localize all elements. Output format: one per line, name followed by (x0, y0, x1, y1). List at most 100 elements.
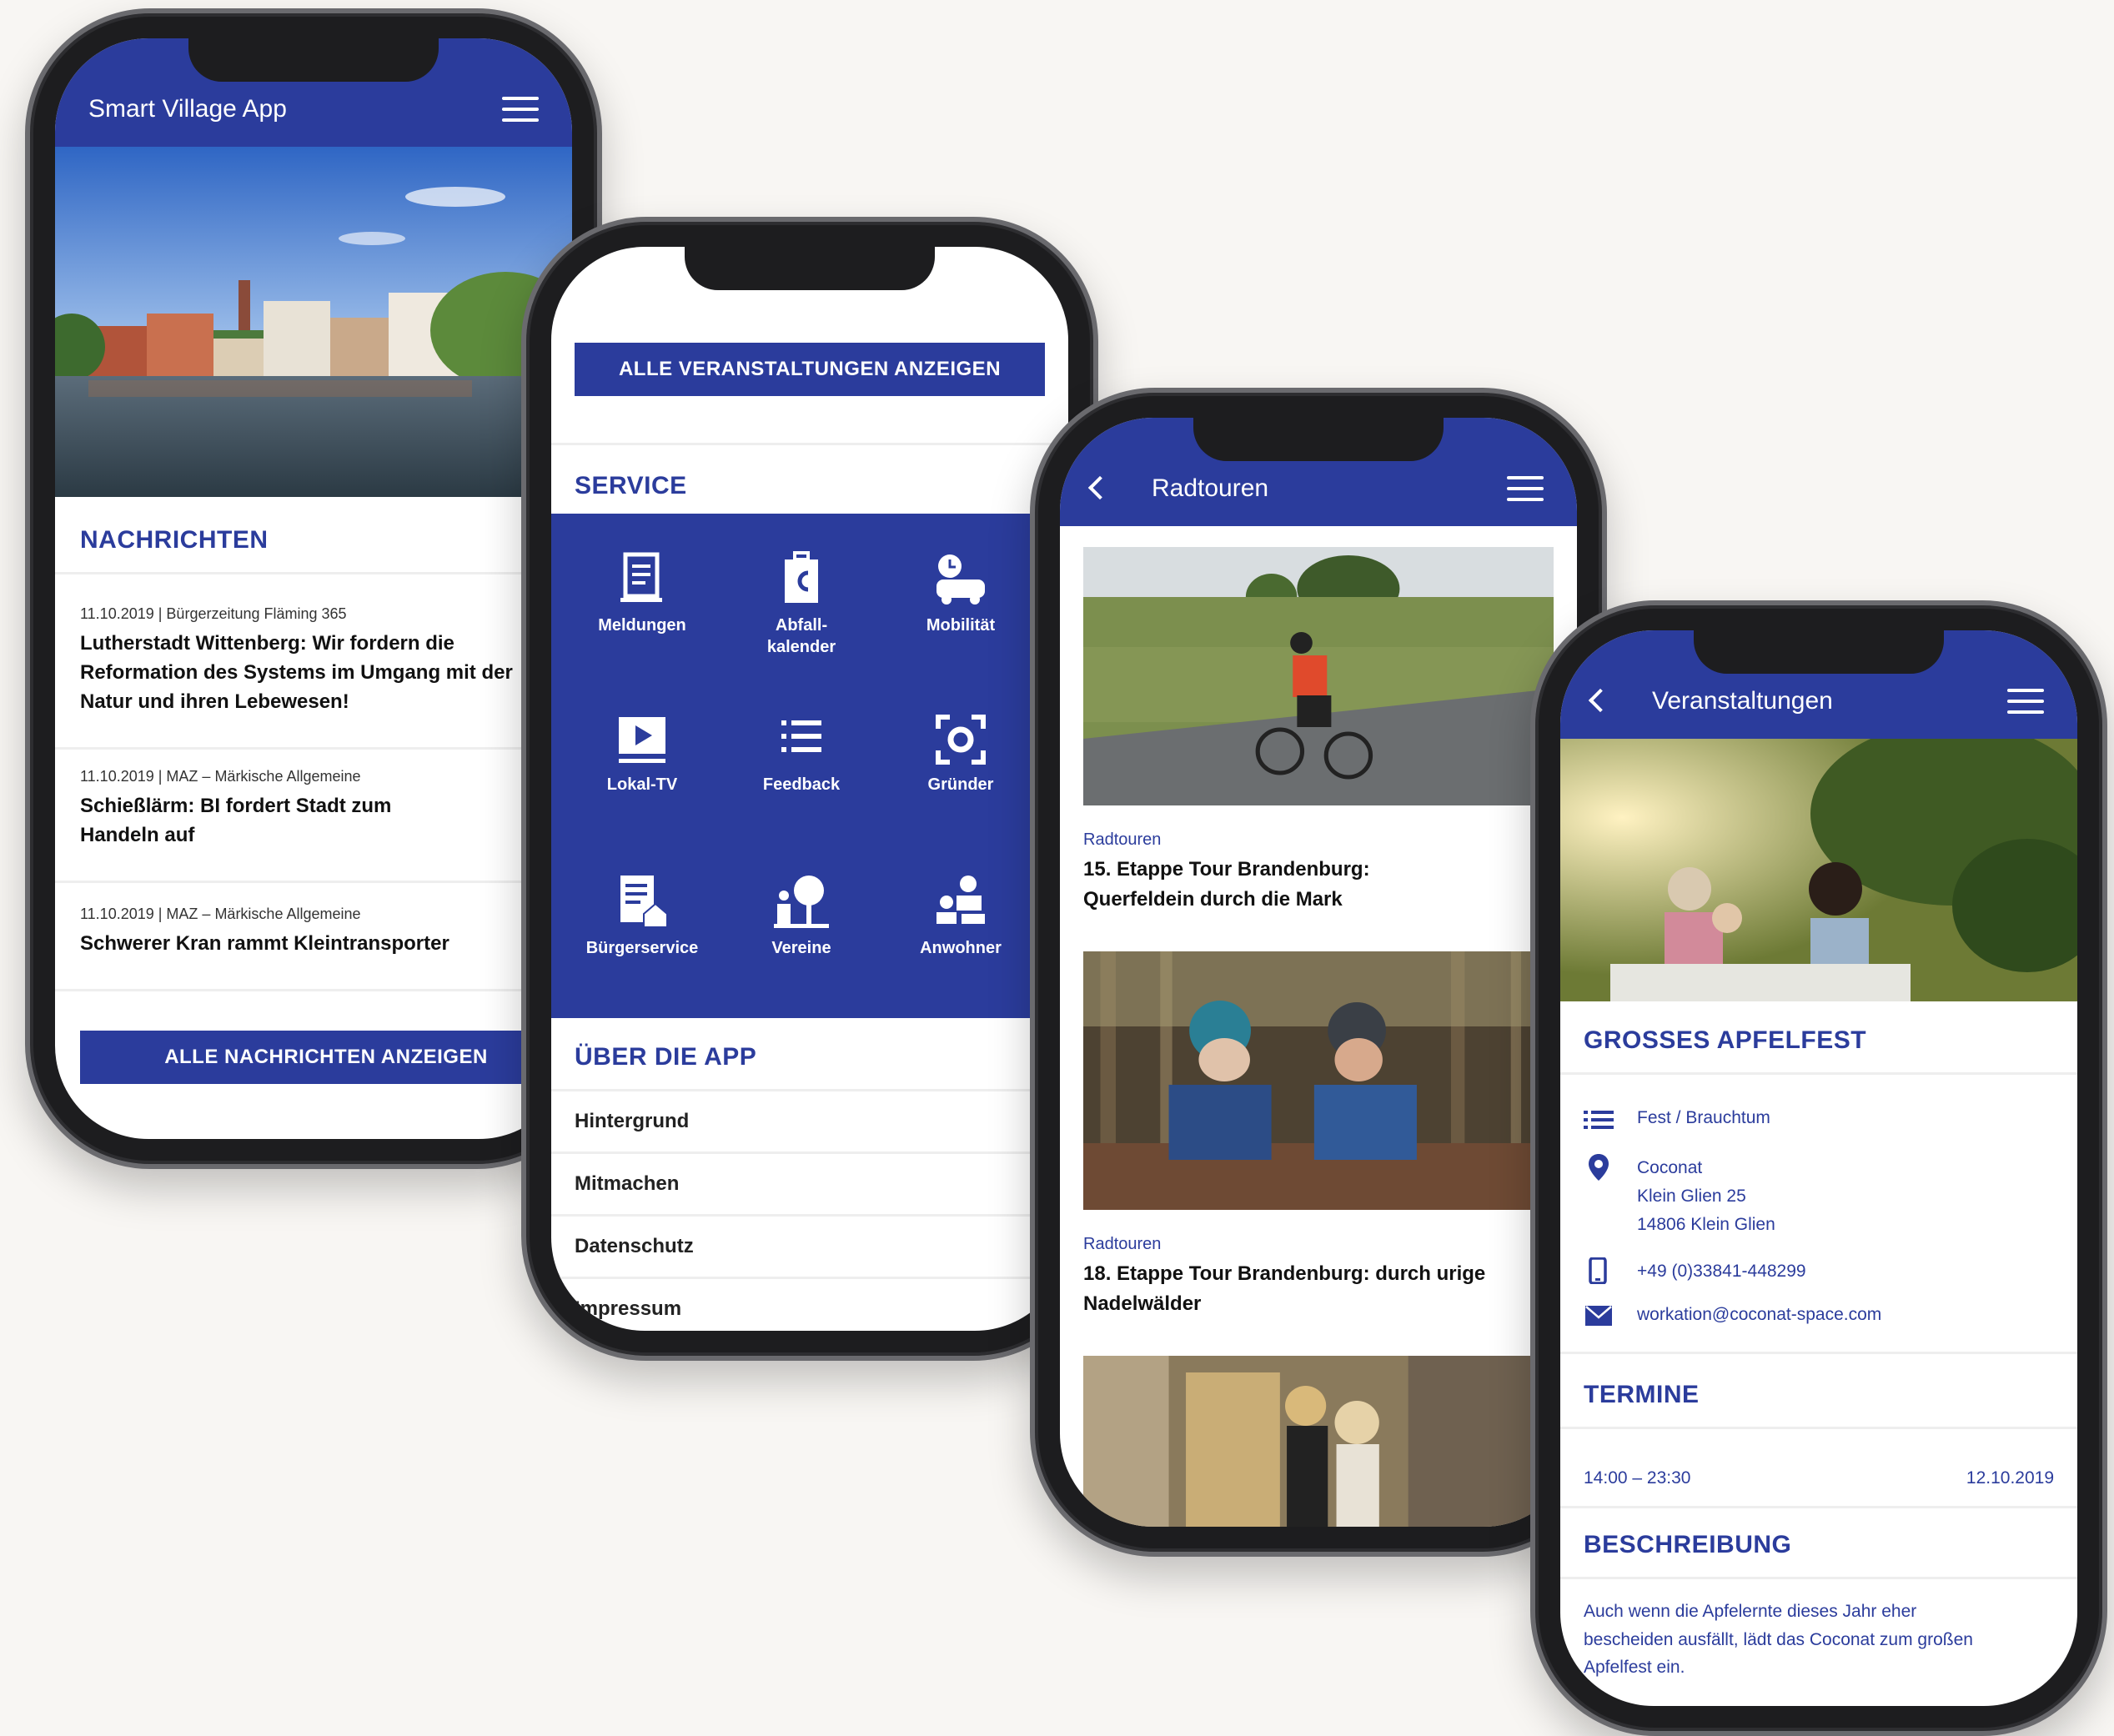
phone-notch (685, 247, 935, 290)
screen-title: Veranstaltungen (1652, 687, 1833, 715)
service-label: Vereine (771, 939, 831, 957)
service-buergerservice[interactable]: Bürgerservice (563, 872, 721, 959)
play-icon (619, 717, 665, 763)
list-icon (781, 720, 821, 752)
event-location-name: Coconat (1637, 1158, 1703, 1177)
phone-service: ALLE VERANSTALTUNGEN ANZEIGEN SERVICE Me… (521, 217, 1098, 1361)
service-label: Bürgerservice (585, 939, 699, 957)
about-item-impressum[interactable]: Impressum (551, 1277, 1068, 1331)
divider (55, 747, 572, 750)
news-meta: 11.10.2019 | MAZ – Märkische Allgemeine (80, 906, 361, 922)
tour-image[interactable] (1083, 1356, 1554, 1527)
tour-category: Radtouren (1083, 830, 1162, 849)
service-feedback[interactable]: Feedback (722, 714, 881, 795)
event-category: Fest / Brauchtum (1637, 1108, 1770, 1127)
news-section-title: NACHRICHTEN (80, 526, 269, 554)
news-headline: Lutherstadt Wittenberg: Wir fordern die … (80, 632, 513, 713)
phone-news: Smart Village App NACHRICHTEN 11.10.2019… (25, 8, 602, 1169)
divider (1560, 1427, 2077, 1429)
back-icon[interactable] (1588, 688, 1613, 713)
divider (55, 572, 572, 574)
event-description: Auch wenn die Apfelernte dieses Jahr ehe… (1584, 1602, 1973, 1678)
about-item-hintergrund[interactable]: Hintergrund (551, 1089, 1068, 1154)
phone-veranstaltungen: Veranstaltungen GROSSES APFELFEST Fest /… (1530, 600, 2107, 1736)
tour-item[interactable]: Radtouren 15. Etappe Tour Brandenburg: Q… (1083, 830, 1577, 915)
service-label: Abfall- kalender (766, 616, 836, 656)
tree-person-icon (774, 876, 829, 928)
divider (55, 881, 572, 883)
service-mobilitaet[interactable]: Mobilität (881, 551, 1040, 636)
service-meldungen[interactable]: Meldungen (563, 551, 721, 636)
trash-calendar-icon (785, 551, 818, 603)
people-icon (936, 876, 985, 924)
event-phone[interactable]: +49 (0)33841-448299 (1637, 1257, 2061, 1286)
document-icon (620, 552, 662, 602)
news-meta: 11.10.2019 | MAZ – Märkische Allgemeine (80, 768, 361, 785)
tour-category: Radtouren (1083, 1235, 1162, 1253)
phone-radtouren: Radtouren Radtouren 15. Etappe Tour Bran… (1030, 388, 1607, 1557)
divider (1560, 1072, 2077, 1075)
list-icon (1584, 1111, 1614, 1129)
menu-icon[interactable] (2007, 689, 2044, 714)
menu-icon[interactable] (1507, 476, 1544, 501)
service-lokal-tv[interactable]: Lokal-TV (563, 714, 721, 795)
news-item[interactable]: 11.10.2019 | MAZ – Märkische Allgemeine … (80, 906, 572, 959)
service-label: Lokal-TV (606, 775, 678, 794)
event-date: 12.10.2019 (1966, 1468, 2054, 1488)
focus-icon (936, 715, 986, 765)
service-vereine[interactable]: Vereine (722, 872, 881, 959)
screen-radtouren: Radtouren Radtouren 15. Etappe Tour Bran… (1060, 418, 1577, 1527)
tour-title: 18. Etappe Tour Brandenburg: durch urige… (1083, 1262, 1486, 1315)
news-meta: 11.10.2019 | Bürgerzeitung Fläming 365 (80, 605, 347, 622)
phone-notch (1193, 418, 1444, 461)
screen-news: Smart Village App NACHRICHTEN 11.10.2019… (55, 38, 572, 1139)
service-label: Feedback (762, 775, 841, 794)
tour-title: 15. Etappe Tour Brandenburg: Querfeldein… (1083, 858, 1370, 911)
about-item-label: Impressum (575, 1297, 682, 1320)
phone-icon (1589, 1257, 1607, 1284)
divider (1560, 1352, 2077, 1354)
service-label: Anwohner (920, 939, 1002, 957)
news-headline: Schwerer Kran rammt Kleintransporter (80, 932, 449, 955)
app-title: Smart Village App (88, 95, 287, 123)
all-events-button[interactable]: ALLE VERANSTALTUNGEN ANZEIGEN (575, 343, 1045, 396)
screen-title: Radtouren (1152, 474, 1269, 502)
tour-image[interactable] (1083, 547, 1554, 805)
divider (1560, 1577, 2077, 1579)
service-label: Mobilität (926, 616, 996, 635)
all-news-button[interactable]: ALLE NACHRICHTEN ANZEIGEN (80, 1031, 572, 1084)
news-item[interactable]: 11.10.2019 | Bürgerzeitung Fläming 365 L… (80, 605, 572, 716)
service-label: Meldungen (598, 616, 686, 635)
screen-veranstaltungen: Veranstaltungen GROSSES APFELFEST Fest /… (1560, 630, 2077, 1706)
about-item-datenschutz[interactable]: Datenschutz (551, 1214, 1068, 1279)
about-item-label: Mitmachen (575, 1172, 680, 1195)
service-section-title: SERVICE (575, 472, 687, 499)
form-house-icon (620, 876, 668, 928)
service-grid: Meldungen Abfall- kalender Mobilität Lok… (551, 514, 1068, 1018)
event-location-city: 14806 Klein Glien (1637, 1215, 1775, 1234)
phone-notch (1694, 630, 1944, 674)
news-item[interactable]: 11.10.2019 | MAZ – Märkische Allgemeine … (80, 768, 572, 850)
back-icon[interactable] (1087, 475, 1112, 500)
event-image (1560, 739, 2077, 1001)
tour-item[interactable]: Radtouren 18. Etappe Tour Brandenburg: d… (1083, 1235, 1577, 1319)
about-item-label: Hintergrund (575, 1110, 690, 1132)
about-item-mitmachen[interactable]: Mitmachen (551, 1151, 1068, 1217)
event-email[interactable]: workation@coconat-space.com (1637, 1301, 2061, 1329)
dates-section-title: TERMINE (1584, 1381, 1700, 1408)
location-pin-icon (1589, 1154, 1609, 1181)
service-gruender[interactable]: Gründer (881, 714, 1040, 795)
service-anwohner[interactable]: Anwohner (881, 872, 1040, 959)
about-item-label: Datenschutz (575, 1235, 694, 1257)
description-section-title: BESCHREIBUNG (1584, 1531, 1792, 1558)
service-label: Gründer (927, 775, 994, 794)
news-headline: Schießlärm: BI fordert Stadt zum Handeln… (80, 795, 392, 846)
mobility-icon (936, 554, 985, 605)
hero-image (55, 147, 572, 497)
menu-icon[interactable] (502, 97, 539, 122)
event-location-street: Klein Glien 25 (1637, 1187, 1746, 1206)
service-abfallkalender[interactable]: Abfall- kalender (722, 551, 881, 658)
screen-service: ALLE VERANSTALTUNGEN ANZEIGEN SERVICE Me… (551, 247, 1068, 1331)
divider (1560, 1506, 2077, 1508)
tour-image[interactable] (1083, 951, 1554, 1210)
